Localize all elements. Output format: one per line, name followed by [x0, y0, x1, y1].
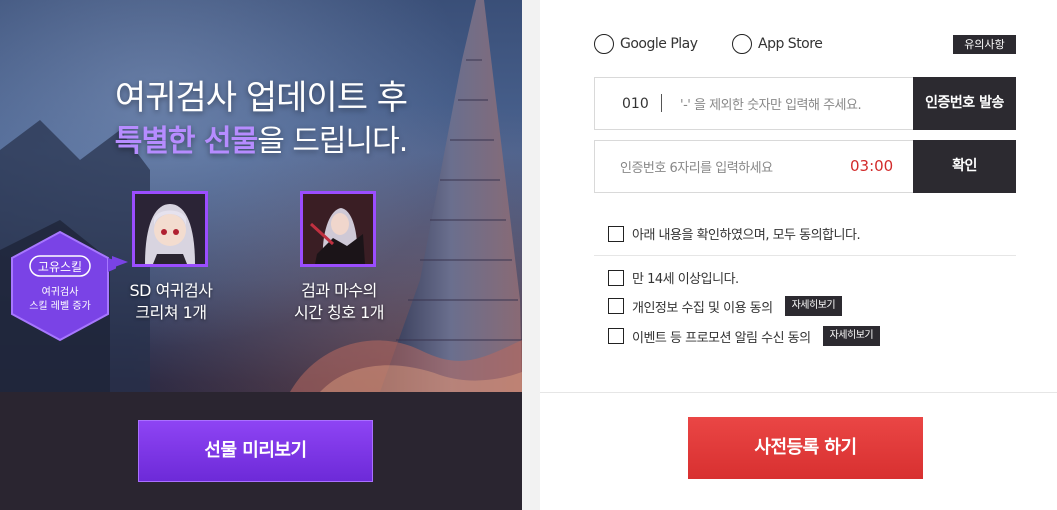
- agree-privacy-checkbox[interactable]: [608, 298, 624, 314]
- send-code-button[interactable]: 인증번호 발송: [913, 77, 1016, 130]
- badge-pointer: [112, 256, 128, 268]
- pre-register-button[interactable]: 사전등록 하기: [688, 417, 923, 479]
- promo-headline: 여귀검사 업데이트 후: [114, 78, 408, 118]
- agree-privacy-row[interactable]: 개인정보 수집 및 이용 동의 자세히보기: [608, 296, 843, 316]
- sd-ghost-swordswoman-creature-icon: [132, 191, 208, 267]
- agree-age-row[interactable]: 만 14세 이상입니다.: [608, 268, 739, 287]
- sword-and-demon-title-icon: [300, 191, 376, 267]
- creature-item-label-line1: SD 여귀검사: [129, 281, 213, 300]
- title-item-label-line2: 시간 칭호 1개: [294, 303, 384, 322]
- privacy-detail-button[interactable]: 자세히보기: [784, 296, 843, 316]
- promotion-detail-button[interactable]: 자세히보기: [822, 326, 881, 346]
- agree-privacy-label: 개인정보 수집 및 이용 동의: [632, 300, 773, 316]
- registration-form: Google Play App Store 유의사항 010 '-' 을 제외한…: [540, 0, 1057, 510]
- divider: [540, 392, 1057, 393]
- agree-all-label: 아래 내용을 확인하였으며, 모두 동의합니다.: [632, 228, 861, 243]
- store-option-app-store[interactable]: App Store: [732, 34, 823, 54]
- agree-promotion-label: 이벤트 등 프로모션 알림 수신 동의: [632, 330, 811, 346]
- radio-app-store[interactable]: [732, 34, 752, 54]
- notice-button[interactable]: 유의사항: [953, 35, 1016, 54]
- phone-prefix: 010: [622, 96, 649, 112]
- title-item-label: 검과 마수의 시간 칭호 1개: [264, 280, 414, 324]
- creature-item-label: SD 여귀검사 크리쳐 1개: [96, 280, 246, 324]
- radio-google-play[interactable]: [594, 34, 614, 54]
- creature-item-label-line2: 크리쳐 1개: [135, 303, 207, 322]
- unique-skill-title: 고유스킬: [37, 260, 83, 274]
- agree-all-checkbox[interactable]: [608, 225, 624, 242]
- promo-subheadline: 특별한 선물을 드립니다.: [0, 116, 522, 160]
- agree-promotion-checkbox[interactable]: [608, 328, 624, 344]
- title-item-label-line1: 검과 마수의: [301, 281, 377, 300]
- store-option-google-play[interactable]: Google Play: [594, 34, 698, 54]
- confirm-code-button[interactable]: 확인: [913, 140, 1016, 193]
- panel-divider: [522, 0, 540, 510]
- agree-age-checkbox[interactable]: [608, 269, 624, 286]
- gift-preview-button[interactable]: 선물 미리보기: [138, 420, 373, 482]
- headline-rest: 을 드립니다.: [257, 124, 408, 159]
- countdown-timer: 03:00: [850, 157, 894, 175]
- agree-promotion-row[interactable]: 이벤트 등 프로모션 알림 수신 동의 자세히보기: [608, 326, 881, 346]
- phone-input[interactable]: '-' 을 제외한 숫자만 입력해 주세요.: [680, 94, 910, 114]
- agree-age-label: 만 14세 이상입니다.: [632, 272, 739, 287]
- promo-panel: 여귀검사 업데이트 후 특별한 선물을 드립니다. 고유스킬 여귀검사 스킬 레…: [0, 0, 522, 510]
- divider: [594, 255, 1016, 256]
- headline-highlight: 특별한 선물: [114, 124, 258, 159]
- store-option-label: Google Play: [620, 36, 698, 52]
- phone-separator: [661, 94, 662, 112]
- verification-code-input[interactable]: 인증번호 6자리를 입력하세요: [620, 157, 850, 177]
- store-option-label: App Store: [758, 36, 823, 52]
- agree-all-row[interactable]: 아래 내용을 확인하였으며, 모두 동의합니다.: [608, 224, 861, 243]
